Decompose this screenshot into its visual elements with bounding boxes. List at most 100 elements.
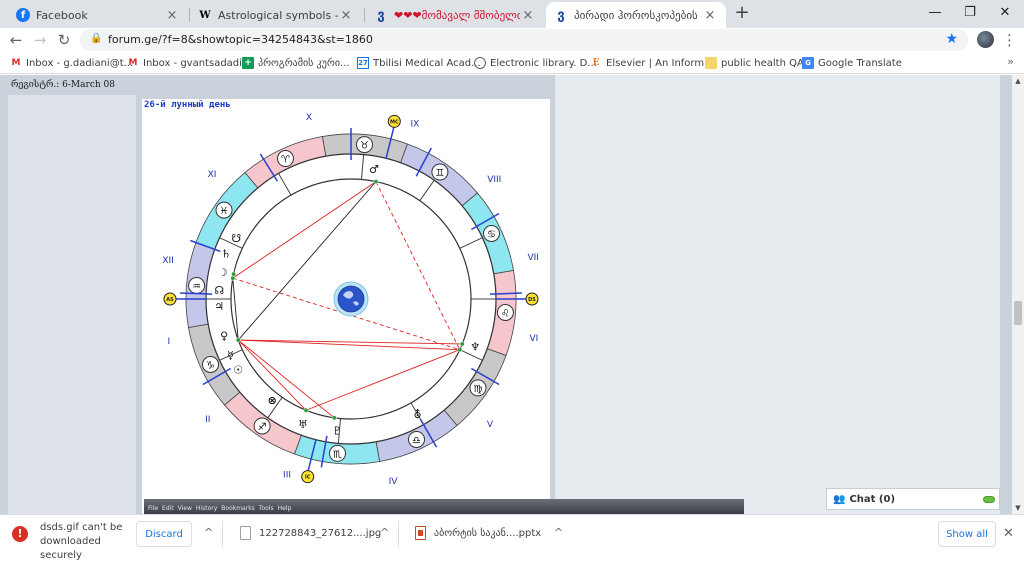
bookmark-google-translate[interactable]: G Google Translate [802, 55, 902, 71]
post-body-area [555, 75, 1000, 514]
download-item-pptx[interactable]: აბორტის საკან....pptx [415, 526, 541, 540]
back-button[interactable]: ← [6, 30, 26, 50]
planet-glyph: ⊗ [268, 394, 277, 407]
planet-glyph: ☽ [218, 266, 228, 279]
planet-marker [331, 415, 337, 421]
divider [222, 521, 223, 547]
planet-glyph: ♅ [298, 418, 308, 431]
firefox-menu-item: Help [277, 505, 292, 512]
forum-page: რეგისტრ.: 6-March 08 26-й лунный день ♉ ♈… [0, 75, 1012, 514]
close-icon[interactable]: × [702, 8, 718, 23]
chevron-up-icon[interactable]: ^ [554, 526, 563, 539]
firefox-menu-item: Tools [258, 505, 274, 512]
zodiac-sign-glyph: ♓ [220, 206, 229, 217]
bookmark-electronic-library[interactable]: Electronic library. D... [474, 55, 597, 71]
close-icon[interactable]: × [164, 8, 180, 23]
show-all-button[interactable]: Show all [938, 521, 996, 547]
planet-glyph: ♄ [221, 248, 231, 261]
planet-glyph: ☊ [214, 284, 224, 297]
zodiac-sign-glyph: ♎ [412, 435, 421, 446]
bookmark-program[interactable]: + პროგრამის კური... [242, 55, 350, 71]
download-bar: ! dsds.gif can't be downloaded securely … [0, 514, 1024, 561]
as-badge-label: AS [166, 297, 174, 303]
browser-menu-icon[interactable]: ⋮ [1002, 30, 1017, 50]
bookmark-elsevier[interactable]: E Elsevier | An Inform... [590, 55, 714, 71]
close-icon[interactable]: × [338, 8, 354, 23]
bookmark-star-icon[interactable]: ★ [945, 31, 958, 47]
chat-status-toggle[interactable] [983, 496, 995, 503]
scroll-up-icon[interactable]: ▲ [1012, 75, 1024, 87]
tab-strip: f Facebook × W Astrological symbols - Wi… [0, 0, 1024, 28]
post-author-column [8, 95, 136, 514]
planet-glyph: ♂ [369, 163, 379, 176]
zodiac-sign-glyph: ♌ [501, 309, 510, 320]
tab-forum-parents[interactable]: ვ ❤❤❤მომავალ მშობელთა × [366, 2, 544, 28]
firefox-menu-item: Bookmarks [221, 505, 255, 512]
minimize-button[interactable]: — [920, 2, 950, 24]
registration-date: რეგისტრ.: 6-March 08 [11, 80, 115, 90]
forum-ge-icon: ვ [557, 7, 565, 23]
image-file-icon [240, 526, 251, 540]
bookmark-label: Google Translate [818, 57, 902, 69]
tab-facebook[interactable]: f Facebook × [8, 2, 188, 28]
close-window-button[interactable]: ✕ [990, 2, 1020, 24]
planet-glyph: ♃ [214, 300, 224, 313]
ic-badge-label: IC [305, 475, 311, 481]
url-text: forum.ge/?f=8&showtopic=34254843&st=1860 [108, 33, 373, 46]
chevron-up-icon[interactable]: ^ [204, 526, 213, 539]
planet-marker [459, 341, 465, 347]
scroll-thumb[interactable] [1014, 301, 1022, 325]
bookmark-inbox-gvantsa[interactable]: M Inbox - gvantsadadi... [127, 55, 252, 71]
chat-widget[interactable]: 👥 Chat (0) [826, 488, 1000, 510]
house-number: VIII [487, 175, 501, 185]
scroll-down-icon[interactable]: ▼ [1012, 502, 1024, 514]
download-warning-text: dsds.gif can't be downloaded securely [40, 522, 123, 561]
bookmarks-bar: M Inbox - g.dadiani@t... M Inbox - gvant… [0, 52, 1024, 74]
maximize-button[interactable]: ❐ [955, 2, 985, 24]
gmail-icon: M [11, 58, 21, 68]
lock-icon[interactable]: 🔒 [90, 33, 102, 44]
house-number: II [205, 415, 210, 425]
download-item-jpg[interactable]: 122728843_27612....jpg [240, 526, 381, 540]
planet-marker [230, 275, 236, 281]
house-number: I [167, 337, 170, 347]
bookmark-label: Inbox - g.dadiani@t... [26, 57, 134, 69]
vertical-scrollbar[interactable]: ▲ ▼ [1012, 75, 1024, 514]
address-bar[interactable]: 🔒 forum.ge/?f=8&showtopic=34254843&st=18… [80, 29, 968, 51]
house-number: X [306, 113, 312, 123]
reload-button[interactable]: ↻ [54, 30, 74, 50]
bookmarks-overflow-icon[interactable]: » [1007, 55, 1014, 68]
close-icon[interactable]: × [520, 8, 536, 23]
bookmark-tbilisi-medical[interactable]: 27 Tbilisi Medical Acad... [357, 55, 481, 71]
forum-ge-icon: ვ [377, 7, 385, 23]
planet-glyph: ☿ [227, 349, 234, 362]
discard-button[interactable]: Discard [136, 521, 192, 547]
bookmark-public-health[interactable]: public health QA [705, 55, 804, 71]
tab-title: Astrological symbols - Wikipedia [218, 8, 338, 22]
close-icon[interactable]: ✕ [1003, 526, 1014, 541]
mc-badge-label: MC [390, 119, 399, 125]
firefox-menu-item: Edit [162, 505, 174, 512]
chat-label: Chat (0) [849, 493, 896, 505]
house-number: V [487, 420, 494, 430]
tab-wikipedia[interactable]: W Astrological symbols - Wikipedia × [190, 2, 362, 28]
folder-icon [705, 57, 717, 69]
browser-toolbar: ← → ↻ 🔒 forum.ge/?f=8&showtopic=34254843… [0, 28, 1024, 52]
chevron-up-icon[interactable]: ^ [380, 526, 389, 539]
forward-button[interactable]: → [30, 30, 50, 50]
profile-avatar[interactable] [977, 31, 994, 48]
house-number: XII [162, 256, 173, 266]
new-tab-button[interactable]: + [732, 4, 752, 24]
bookmark-label: პროგრამის კური... [258, 57, 350, 69]
sheets-icon: + [242, 57, 254, 69]
house-number: XI [208, 170, 217, 180]
bookmark-label: public health QA [721, 57, 804, 69]
translate-icon: G [802, 57, 814, 69]
globe-icon [474, 57, 486, 69]
bookmark-label: Electronic library. D... [490, 57, 597, 69]
gmail-icon: M [128, 58, 138, 68]
bookmark-inbox-gdadiani[interactable]: M Inbox - g.dadiani@t... [10, 55, 134, 71]
tab-title: ❤❤❤მომავალ მშობელთა [394, 8, 520, 22]
zodiac-sign-glyph: ♑ [206, 361, 215, 372]
tab-forum-horoscopes[interactable]: ვ პირადი ჰოროსკოპების ანალ × [546, 2, 726, 28]
